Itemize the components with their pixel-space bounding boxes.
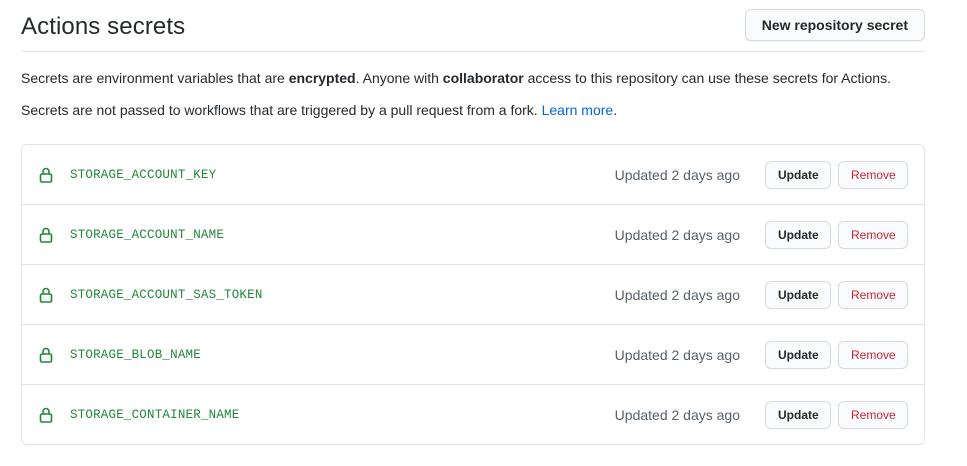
page-header: Actions secrets New repository secret [21, 0, 925, 52]
lock-icon [39, 227, 53, 243]
update-secret-button[interactable]: Update [765, 280, 831, 309]
update-secret-button[interactable]: Update [765, 400, 831, 429]
secret-row: STORAGE_CONTAINER_NAME Updated 2 days ag… [22, 384, 924, 444]
remove-secret-button[interactable]: Remove [838, 220, 908, 249]
remove-secret-button[interactable]: Remove [838, 160, 908, 189]
learn-more-link[interactable]: Learn more [542, 102, 614, 118]
fork-notice: Secrets are not passed to workflows that… [21, 102, 617, 118]
secret-row: STORAGE_ACCOUNT_KEY Updated 2 days ago U… [22, 145, 924, 204]
description-text: Secrets are environment variables that a… [21, 70, 289, 86]
secret-name: STORAGE_BLOB_NAME [70, 347, 201, 362]
remove-secret-button[interactable]: Remove [838, 340, 908, 369]
secret-name: STORAGE_ACCOUNT_KEY [70, 167, 217, 182]
update-secret-button[interactable]: Update [765, 220, 831, 249]
lock-icon [39, 347, 53, 363]
secret-name: STORAGE_CONTAINER_NAME [70, 407, 240, 422]
description-bold-collaborator: collaborator [442, 70, 524, 86]
remove-secret-button[interactable]: Remove [838, 400, 908, 429]
secret-row: STORAGE_BLOB_NAME Updated 2 days ago Upd… [22, 324, 924, 384]
secret-updated-time: Updated 2 days ago [614, 226, 740, 243]
fork-notice-period: . [613, 102, 618, 118]
new-repository-secret-button[interactable]: New repository secret [744, 9, 925, 41]
secret-name: STORAGE_ACCOUNT_SAS_TOKEN [70, 287, 263, 302]
description-text: access to this repository can use these … [523, 70, 891, 86]
lock-icon [39, 287, 53, 303]
lock-icon [39, 407, 53, 423]
secret-updated-time: Updated 2 days ago [614, 166, 740, 183]
fork-notice-text: Secrets are not passed to workflows that… [21, 102, 542, 118]
secret-row: STORAGE_ACCOUNT_SAS_TOKEN Updated 2 days… [22, 264, 924, 324]
update-secret-button[interactable]: Update [765, 340, 831, 369]
remove-secret-button[interactable]: Remove [838, 280, 908, 309]
secret-row: STORAGE_ACCOUNT_NAME Updated 2 days ago … [22, 204, 924, 264]
secrets-list: STORAGE_ACCOUNT_KEY Updated 2 days ago U… [21, 144, 925, 445]
secrets-description: Secrets are environment variables that a… [21, 70, 891, 86]
description-text: . Anyone with [355, 70, 443, 86]
secret-updated-time: Updated 2 days ago [614, 286, 740, 303]
description-bold-encrypted: encrypted [288, 70, 356, 86]
lock-icon [39, 167, 53, 183]
actions-secrets-page: Actions secrets New repository secret Se… [0, 0, 967, 466]
secret-updated-time: Updated 2 days ago [614, 406, 740, 423]
update-secret-button[interactable]: Update [765, 160, 831, 189]
secret-updated-time: Updated 2 days ago [614, 346, 740, 363]
secret-name: STORAGE_ACCOUNT_NAME [70, 227, 225, 242]
page-title: Actions secrets [21, 13, 186, 40]
